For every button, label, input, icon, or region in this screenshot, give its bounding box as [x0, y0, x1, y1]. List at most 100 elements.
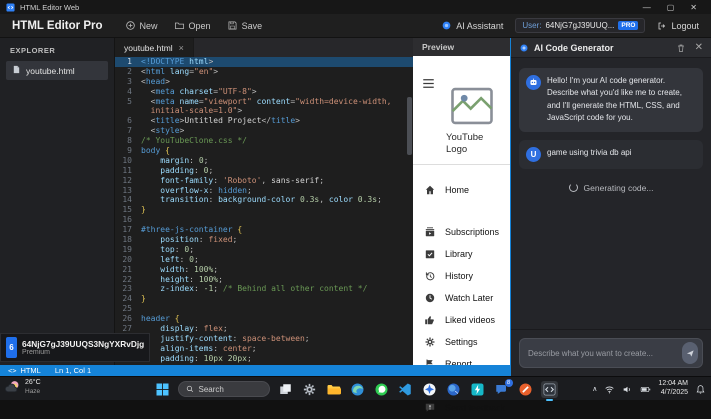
- file-explorer-button[interactable]: [325, 381, 342, 398]
- taskbar-search[interactable]: Search: [177, 381, 270, 397]
- settings-app-button[interactable]: [301, 381, 318, 398]
- notifications-bell-icon[interactable]: [695, 384, 706, 395]
- orange-app-button[interactable]: [517, 381, 534, 398]
- code-line[interactable]: 7 <style>: [115, 126, 413, 136]
- code-area[interactable]: 1 <!DOCTYPE html> 2 <html lang="en"> 3 <head>…: [115, 57, 413, 365]
- code-line[interactable]: 3 <head>: [115, 77, 413, 87]
- vscode-button[interactable]: [397, 381, 414, 398]
- code-line[interactable]: 20 left: 0;: [115, 255, 413, 265]
- code-line[interactable]: 14 transition: background-color 0.3s, co…: [115, 195, 413, 205]
- whatsapp-button[interactable]: [373, 381, 390, 398]
- lightning-app-button[interactable]: [469, 381, 486, 398]
- save-button[interactable]: Save: [227, 20, 262, 31]
- code-line[interactable]: 2 <html lang="en">: [115, 67, 413, 77]
- windows-start-icon: [155, 382, 170, 397]
- code-line[interactable]: 6 <title>Untitled Project</title>: [115, 116, 413, 126]
- preview-menu-item-liked-videos[interactable]: Liked videos: [413, 309, 510, 331]
- code-line[interactable]: 15}: [115, 205, 413, 215]
- code-line[interactable]: 25: [115, 304, 413, 314]
- library-icon: [424, 248, 436, 260]
- logout-button[interactable]: Logout: [657, 21, 699, 31]
- code-text: left: 0;: [141, 254, 199, 264]
- task-view-icon: [278, 382, 293, 397]
- html-editor-app-button[interactable]: [540, 380, 558, 401]
- task-view-button[interactable]: [277, 381, 294, 398]
- code-line[interactable]: 1 <!DOCTYPE html>: [115, 57, 413, 67]
- file-item-youtube-html[interactable]: youtube.html: [6, 61, 108, 80]
- star-app-button[interactable]: [421, 381, 438, 398]
- start-button[interactable]: [154, 381, 171, 398]
- volume-icon[interactable]: [622, 384, 633, 395]
- code-line[interactable]: 16: [115, 215, 413, 225]
- code-line[interactable]: 17 #three-js-container {: [115, 225, 413, 235]
- bot-message: Hello! I'm your AI code generator. Descr…: [519, 68, 703, 132]
- ai-code-generator-panel: AI Code Generator ✕ Hello! I'm your AI c…: [510, 38, 711, 376]
- menu-item-label: Home: [445, 184, 470, 195]
- code-line[interactable]: 8 /* YouTubeClone.css */: [115, 136, 413, 146]
- code-line[interactable]: 5 <meta name="viewport" content="width=d…: [115, 97, 413, 107]
- ai-panel-close-icon[interactable]: ✕: [695, 42, 703, 53]
- weather-widget[interactable]: 26°C Haze: [4, 379, 41, 396]
- new-button[interactable]: New: [125, 20, 158, 31]
- code-line[interactable]: 21 width: 100%;: [115, 265, 413, 275]
- ai-prompt-input[interactable]: [519, 338, 703, 368]
- globe-app-button[interactable]: [445, 381, 462, 398]
- code-text: <meta name="viewport" content="width=dev…: [141, 96, 392, 106]
- editor-scrollbar[interactable]: [407, 97, 412, 155]
- edge-button[interactable]: [349, 381, 366, 398]
- code-line[interactable]: 28 justify-content: space-between;: [115, 334, 413, 344]
- preview-menu-item-home[interactable]: Home: [413, 179, 510, 201]
- line-number: 22: [122, 274, 132, 284]
- code-line[interactable]: 27 display: flex;: [115, 324, 413, 334]
- window-title: HTML Editor Web: [20, 2, 80, 12]
- code-line[interactable]: 4 <meta charset="UTF-8">: [115, 87, 413, 97]
- trash-icon[interactable]: [676, 43, 686, 53]
- code-line[interactable]: initial-scale=1.0">: [115, 106, 413, 116]
- code-line[interactable]: 18 position: fixed;: [115, 235, 413, 245]
- cursor-position: Ln 1, Col 1: [54, 366, 92, 375]
- code-line[interactable]: 30 padding: 10px 20px;: [115, 354, 413, 364]
- session-tier: Premium: [22, 349, 51, 356]
- code-line[interactable]: 13 overflow-x: hidden;: [115, 186, 413, 196]
- code-line[interactable]: 9 body {: [115, 146, 413, 156]
- hamburger-menu-icon[interactable]: [421, 76, 436, 91]
- code-line[interactable]: 10 margin: 0;: [115, 156, 413, 166]
- close-button[interactable]: ✕: [690, 3, 697, 12]
- code-line[interactable]: 29 align-items: center;: [115, 344, 413, 354]
- open-icon: [174, 20, 185, 31]
- code-line[interactable]: 26 header {: [115, 314, 413, 324]
- preview-menu-item-library[interactable]: Library: [413, 243, 510, 265]
- globe-app-icon: [446, 382, 461, 397]
- code-line[interactable]: 23 z-index: -1; /* Behind all other cont…: [115, 284, 413, 294]
- wifi-icon[interactable]: [604, 384, 615, 395]
- editor-app-icon: [542, 382, 557, 397]
- send-button[interactable]: [682, 342, 698, 364]
- code-text: body {: [141, 146, 170, 156]
- line-number: 10: [122, 155, 132, 165]
- chat-app-button[interactable]: 8: [493, 378, 513, 398]
- maximize-button[interactable]: ▢: [667, 3, 675, 12]
- minimize-button[interactable]: —: [643, 3, 651, 12]
- code-line[interactable]: 22 height: 100%;: [115, 275, 413, 285]
- tray-chevron-icon[interactable]: ∧: [592, 385, 597, 393]
- preview-menu-item-watch-later[interactable]: Watch Later: [413, 287, 510, 309]
- ai-assistant-button[interactable]: AI Assistant: [441, 20, 503, 31]
- preview-menu-item-history[interactable]: History: [413, 265, 510, 287]
- code-line[interactable]: 19 top: 0;: [115, 245, 413, 255]
- message-text: game using trivia db api: [547, 147, 632, 157]
- open-button[interactable]: Open: [174, 20, 211, 31]
- code-text: font-family: 'Roboto', sans-serif;: [141, 175, 325, 185]
- youtube-logo-broken-image[interactable]: YouTube Logo: [446, 68, 498, 156]
- code-line[interactable]: 12 font-family: 'Roboto', sans-serif;: [115, 176, 413, 186]
- preview-menu-item-subscriptions[interactable]: Subscriptions: [413, 221, 510, 243]
- whatsapp-icon: [374, 382, 389, 397]
- preview-menu-item-settings[interactable]: Settings: [413, 331, 510, 353]
- code-line[interactable]: 24}: [115, 294, 413, 304]
- tab-youtube-html[interactable]: youtube.html ×: [115, 38, 194, 57]
- user-session-chip[interactable]: User: 64NjG7gJ39UUQ... PRO: [515, 18, 646, 33]
- tab-close-icon[interactable]: ×: [179, 43, 184, 53]
- code-text: height: 100%;: [141, 274, 223, 284]
- code-line[interactable]: 11 padding: 0;: [115, 166, 413, 176]
- battery-icon[interactable]: [640, 384, 651, 395]
- clock[interactable]: 12:04 AM 4/7/2025: [658, 380, 688, 398]
